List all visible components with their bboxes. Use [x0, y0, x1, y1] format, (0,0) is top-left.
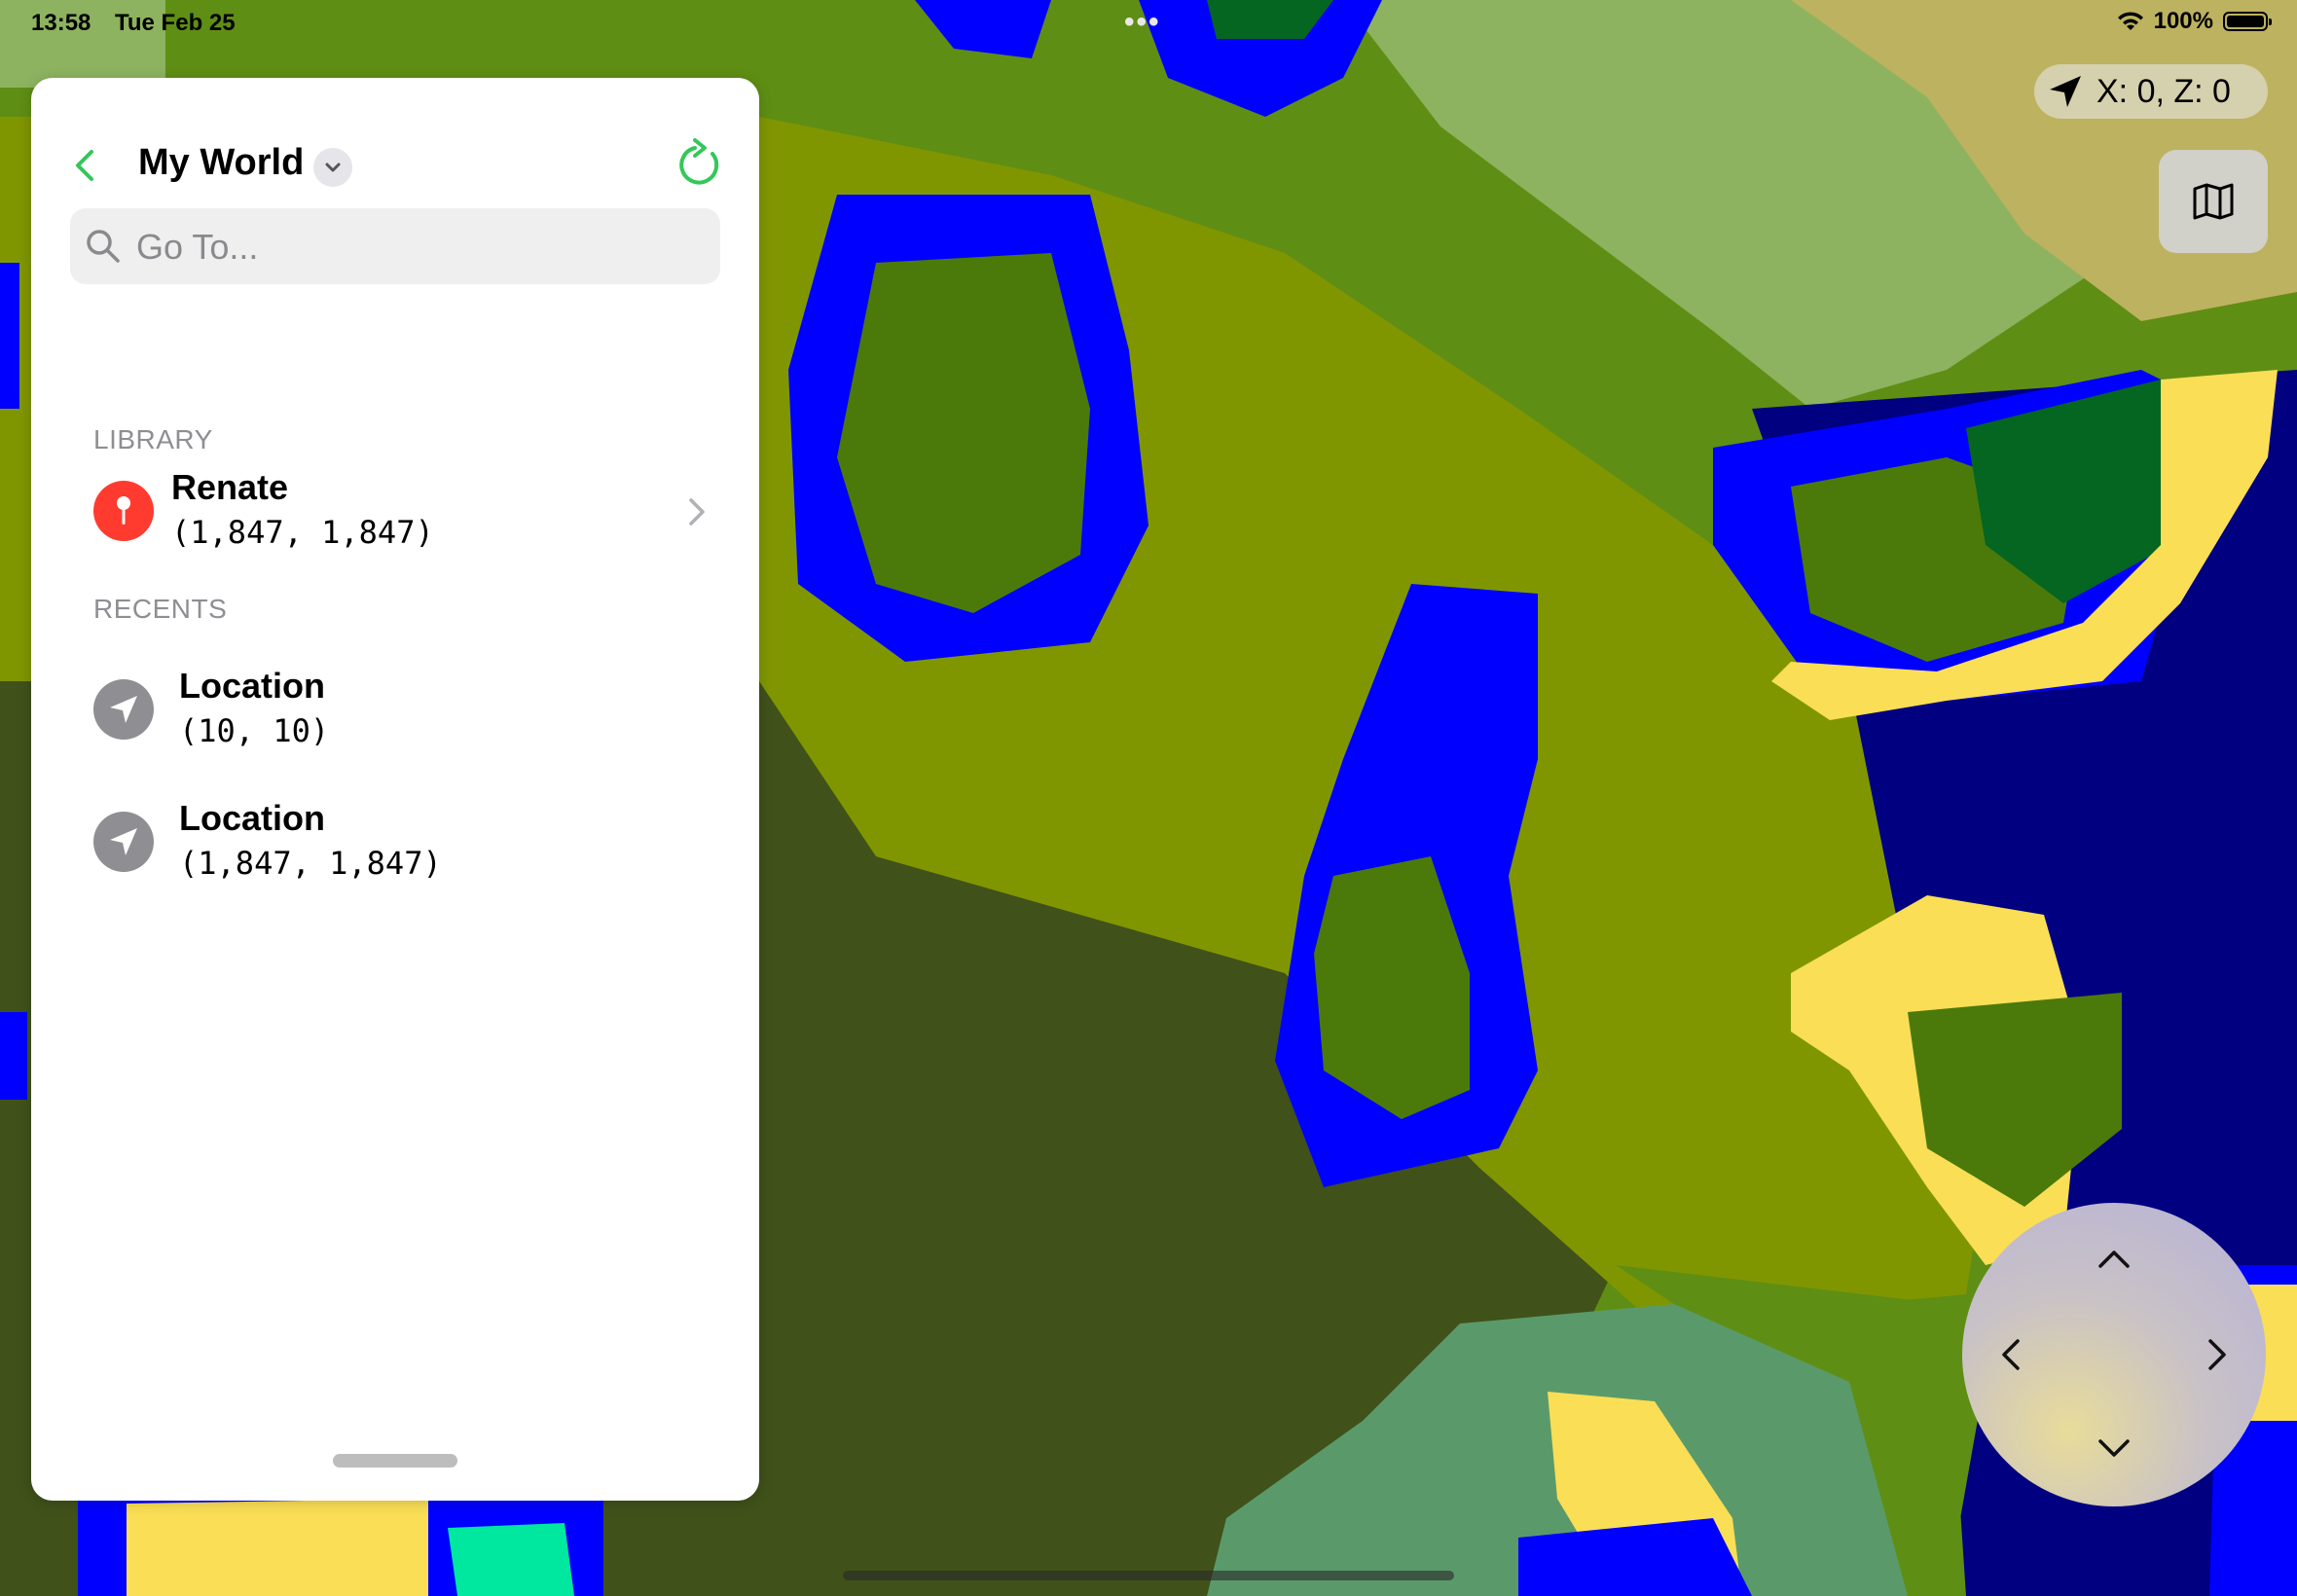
- pan-up-button[interactable]: [2085, 1230, 2143, 1288]
- wifi-icon: [2117, 12, 2143, 30]
- home-indicator[interactable]: [843, 1571, 1454, 1580]
- location-arrow-icon: [93, 812, 154, 872]
- world-menu-button[interactable]: [313, 148, 352, 187]
- status-right: 100%: [2117, 8, 2272, 35]
- pan-left-button[interactable]: [1982, 1325, 2040, 1384]
- sheet-grabber[interactable]: [333, 1454, 457, 1468]
- recent-item-coords: (10, 10): [179, 712, 330, 749]
- recent-item-coords: (1,847, 1,847): [179, 845, 442, 882]
- library-header: LIBRARY: [93, 424, 213, 454]
- coordinate-readout[interactable]: X: 0, Z: 0: [2034, 64, 2268, 119]
- recent-item[interactable]: Location (1,847, 1,847): [66, 790, 724, 897]
- search-sheet: My World LIBRARY Renate (1,847, 1,847): [31, 78, 759, 1501]
- recent-item-name: Location: [179, 798, 325, 838]
- location-arrow-icon: [93, 679, 154, 740]
- chevron-up-icon: [2098, 1251, 2130, 1268]
- coordinate-text: X: 0, Z: 0: [2096, 72, 2231, 110]
- world-title[interactable]: My World: [138, 142, 304, 184]
- goto-search-field[interactable]: [70, 208, 720, 286]
- battery-icon: [2223, 12, 2272, 31]
- library-item-coords: (1,847, 1,847): [171, 514, 434, 551]
- pin-icon: [93, 481, 154, 541]
- map-style-button[interactable]: [2159, 150, 2268, 253]
- status-time: 13:58: [31, 10, 91, 36]
- refresh-icon[interactable]: [674, 136, 724, 191]
- pan-right-button[interactable]: [2188, 1325, 2246, 1384]
- pan-down-button[interactable]: [2085, 1419, 2143, 1477]
- sheet-header: My World: [31, 132, 759, 200]
- multitask-dots[interactable]: •••: [1124, 6, 1161, 39]
- direction-pad[interactable]: [1962, 1203, 2266, 1506]
- recents-header: RECENTS: [93, 594, 228, 624]
- goto-search-input[interactable]: [134, 208, 703, 286]
- chevron-right-icon: [689, 498, 705, 526]
- map-icon: [2193, 183, 2234, 220]
- library-item-renate[interactable]: Renate (1,847, 1,847): [66, 459, 724, 566]
- library-item-name: Renate: [171, 467, 289, 507]
- status-date: Tue Feb 25: [115, 10, 236, 36]
- search-icon: [87, 230, 120, 263]
- battery-percent: 100%: [2153, 8, 2213, 34]
- chevron-left-icon: [2002, 1339, 2020, 1370]
- chevron-down-icon: [325, 163, 341, 172]
- recent-item[interactable]: Location (10, 10): [66, 658, 724, 765]
- status-bar: 13:58 Tue Feb 25 ••• 100%: [0, 0, 2297, 47]
- recent-item-name: Location: [179, 666, 325, 706]
- chevron-down-icon: [2098, 1439, 2130, 1457]
- back-chevron-icon[interactable]: [66, 146, 105, 185]
- chevron-right-icon: [2208, 1339, 2226, 1370]
- location-arrow-icon: [2050, 76, 2081, 107]
